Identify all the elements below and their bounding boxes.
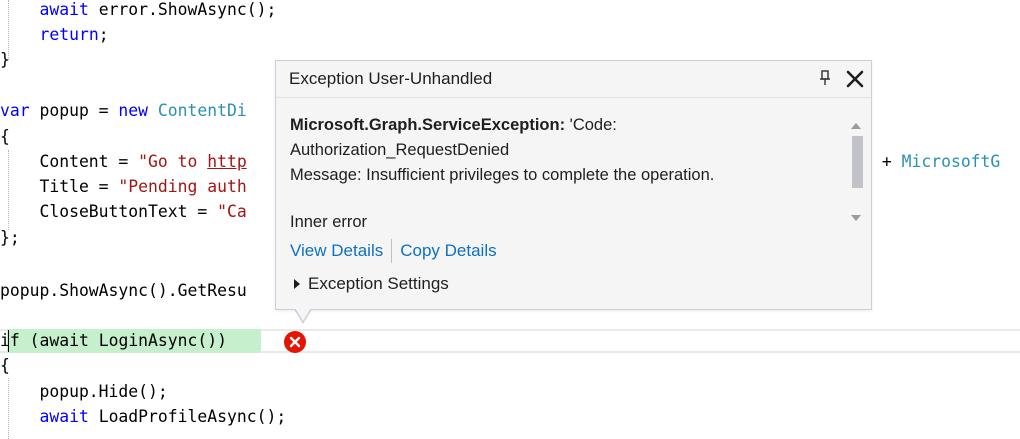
view-details-link[interactable]: View Details — [290, 241, 383, 261]
code-line-12: popup.ShowAsync().GetResu — [0, 281, 247, 300]
exception-popup: Exception User-Unhandled Microsoft.Graph… — [275, 60, 872, 310]
code-line-9: CloseButtonText = "Ca — [0, 202, 247, 221]
expand-triangle-icon — [294, 279, 300, 289]
scroll-down-icon[interactable] — [850, 210, 862, 221]
code-line-16: popup.Hide(); — [0, 382, 168, 401]
code-line-6: { — [0, 127, 10, 146]
exception-code: Authorization_RequestDenied — [290, 141, 510, 159]
code-line-5: var popup = new ContentDi — [0, 101, 247, 120]
code-line-17: await LoadProfileAsync(); — [39, 407, 287, 426]
code-line-15: { — [0, 356, 10, 375]
code-line-8: Title = "Pending auth — [0, 177, 247, 196]
link-divider — [391, 239, 393, 263]
popup-pointer-fill — [295, 308, 311, 321]
pin-icon[interactable] — [817, 69, 833, 87]
code-line-10: }; — [0, 228, 20, 247]
exception-detail: Message: Insufficient privileges to comp… — [290, 166, 715, 184]
exception-message: Microsoft.Graph.ServiceException: 'Code:… — [290, 113, 835, 188]
code-line-3: } — [0, 50, 10, 69]
exception-settings-label: Exception Settings — [308, 274, 449, 293]
code-line-14: if (await LoginAsync()) — [0, 331, 227, 350]
scrollbar-thumb[interactable] — [852, 136, 863, 188]
code-line-7-tail: + MicrosoftG — [872, 152, 1001, 171]
scroll-up-icon[interactable] — [850, 118, 862, 129]
details-links: View Details Copy Details — [290, 239, 497, 263]
popup-divider — [276, 97, 871, 98]
popup-title: Exception User-Unhandled — [289, 69, 493, 88]
copy-details-link[interactable]: Copy Details — [400, 241, 496, 261]
exception-type: Microsoft.Graph.ServiceException: — [290, 116, 566, 134]
text-caret — [8, 330, 9, 352]
exception-settings-toggle[interactable]: Exception Settings — [294, 274, 449, 294]
code-line-2: return; — [39, 25, 109, 44]
inner-error-label: Inner error — [290, 213, 368, 231]
close-icon[interactable] — [844, 69, 866, 89]
error-icon[interactable] — [284, 331, 306, 353]
code-line-7: Content = "Go to http — [0, 152, 247, 171]
code-line-1: await error.ShowAsync(); — [39, 0, 277, 19]
